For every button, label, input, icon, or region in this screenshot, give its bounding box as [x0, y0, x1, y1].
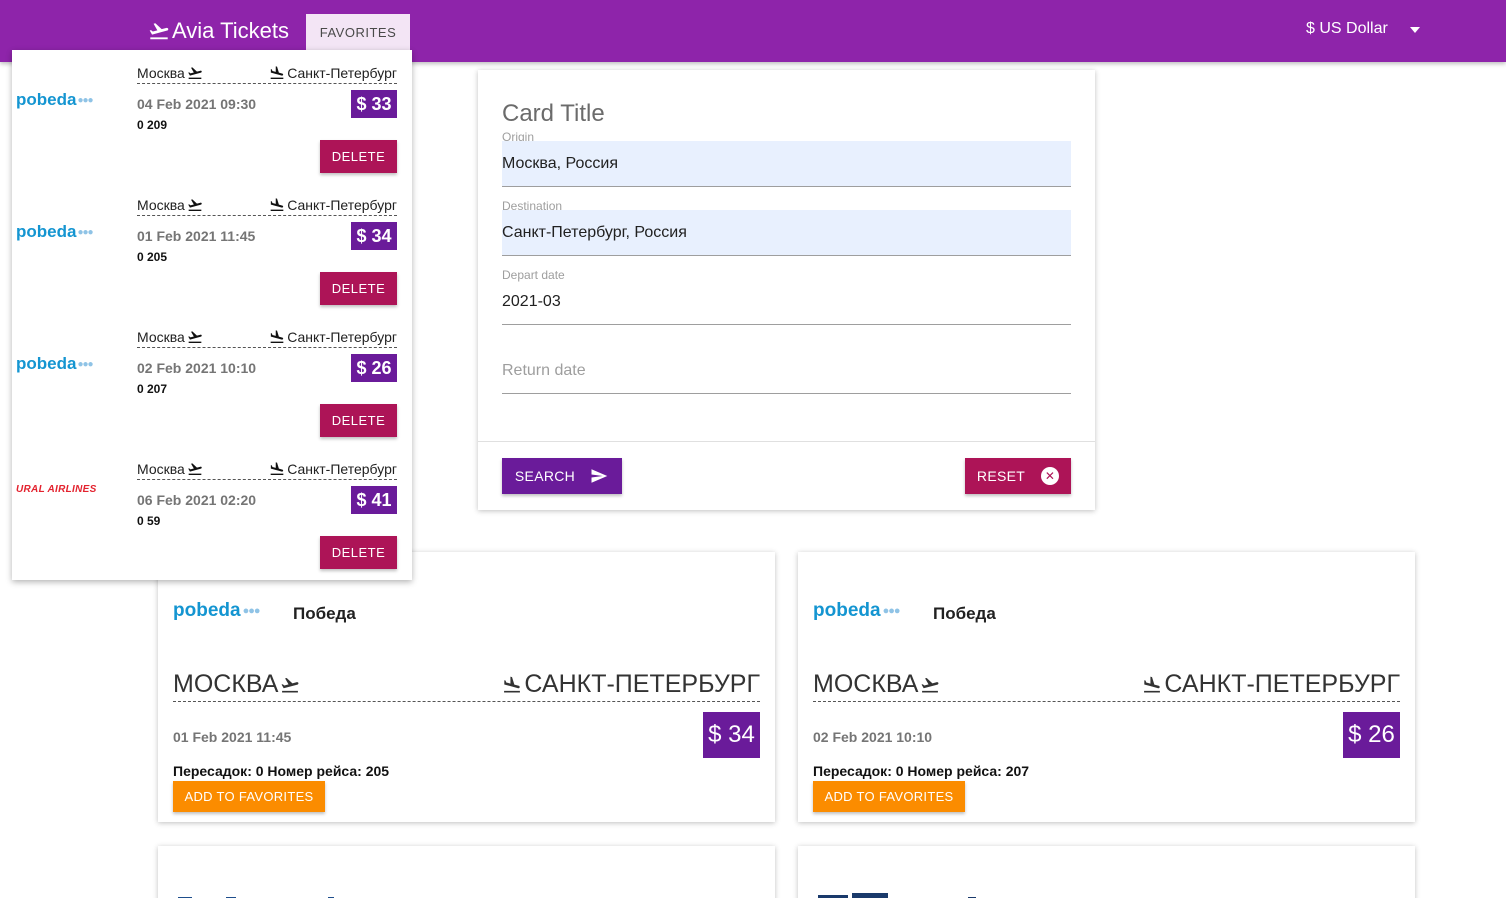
airline-logo: [818, 890, 978, 898]
caret-down-icon: [1410, 27, 1420, 33]
search-button[interactable]: SEARCH: [502, 458, 622, 494]
plane-takeoff-icon: [188, 66, 202, 79]
plane-takeoff-icon: [188, 198, 202, 211]
plane-landing-icon: [1144, 676, 1161, 692]
flight-date: 01 Feb 2021 11:45: [173, 729, 292, 745]
add-to-favorites-button[interactable]: ADD TO FAVORITES: [173, 781, 325, 812]
brand-title: Avia Tickets: [172, 18, 289, 43]
flight-meta: Пересадок: 0 Номер рейса: 205: [173, 763, 390, 779]
route: Москва Санкт-Петербург: [137, 194, 397, 216]
ticket-card-partial: [798, 846, 1415, 898]
airline-logo: pobeda ●●●: [813, 600, 900, 621]
flight-meta: Пересадок: 0 Номер рейса: 207: [813, 763, 1030, 779]
flight-meta: 0 207: [137, 382, 168, 396]
flight-date: 01 Feb 2021 11:45: [137, 228, 256, 244]
price-badge: $ 33: [351, 90, 397, 118]
destination-city: Санкт-Петербург: [287, 64, 397, 81]
flight-date: 04 Feb 2021 09:30: [137, 96, 257, 112]
price-badge: $ 34: [703, 712, 760, 758]
airline-logo: pobeda ●●●: [173, 600, 260, 621]
favorite-item: URAL AIRLINES Москва Санкт-Петербург 06 …: [12, 446, 412, 578]
origin-city: МОСКВА: [173, 670, 279, 698]
destination-input[interactable]: Санкт-Петербург, Россия: [502, 210, 1071, 256]
destination-city: Санкт-Петербург: [287, 328, 397, 345]
depart-date-input[interactable]: 2021-03: [502, 279, 1071, 325]
origin-input[interactable]: Москва, Россия: [502, 141, 1071, 187]
flight-date: 02 Feb 2021 10:10: [137, 360, 257, 376]
reset-button[interactable]: RESET ✕: [965, 458, 1071, 494]
route: МОСКВА САНКТ-ПЕТЕРБУРГ: [173, 668, 760, 702]
flight-date: 02 Feb 2021 10:10: [813, 729, 933, 745]
delete-favorite-button[interactable]: DELETE: [320, 140, 397, 173]
add-to-favorites-button[interactable]: ADD TO FAVORITES: [813, 781, 965, 812]
favorite-item: pobeda ●●● Москва Санкт-Петербург 04 Feb …: [12, 50, 412, 182]
ticket-card: pobeda ●●● Победа МОСКВА САНКТ-ПЕТЕРБУРГ …: [798, 552, 1415, 822]
return-date-input[interactable]: Return date: [502, 348, 1071, 394]
airline-logo: pobeda ●●●: [16, 222, 94, 241]
close-circle-icon: ✕: [1041, 467, 1060, 485]
route: МОСКВА САНКТ-ПЕТЕРБУРГ: [813, 668, 1400, 702]
plane-landing-icon: [270, 461, 284, 475]
currency-select[interactable]: $ US Dollar: [1306, 20, 1420, 38]
airline-logo: URAL AIRLINES: [16, 484, 97, 495]
plane-takeoff-icon: [188, 330, 202, 343]
destination-city: САНКТ-ПЕТЕРБУРГ: [524, 670, 760, 698]
delete-favorite-button[interactable]: DELETE: [320, 272, 397, 305]
plane-landing-icon: [270, 65, 284, 79]
price-badge: $ 26: [351, 354, 397, 382]
destination-city: Санкт-Петербург: [287, 460, 397, 477]
delete-favorite-button[interactable]: DELETE: [320, 404, 397, 437]
flight-date: 06 Feb 2021 02:20: [137, 492, 257, 508]
airline-logo-fragment: [178, 897, 334, 898]
delete-favorite-button[interactable]: DELETE: [320, 536, 397, 569]
airline-logo: pobeda ●●●: [16, 354, 94, 373]
origin-city: МОСКВА: [813, 670, 919, 698]
ticket-card: pobeda ●●● Победа МОСКВА САНКТ-ПЕТЕРБУРГ …: [158, 552, 775, 822]
origin-city: Москва: [137, 196, 185, 213]
plane-takeoff-icon: [921, 677, 939, 692]
origin-city: Москва: [137, 328, 185, 345]
plane-takeoff-icon: [149, 23, 169, 40]
plane-landing-icon: [504, 676, 521, 692]
currency-value: $ US Dollar: [1306, 20, 1388, 37]
flight-meta: 0 209: [137, 118, 168, 132]
airline-logo: pobeda ●●●: [16, 90, 94, 109]
route: Москва Санкт-Петербург: [137, 62, 397, 84]
route: Москва Санкт-Петербург: [137, 458, 397, 480]
route: Москва Санкт-Петербург: [137, 326, 397, 348]
origin-city: Москва: [137, 64, 185, 81]
price-badge: $ 34: [351, 222, 397, 250]
ticket-card-partial: [158, 846, 775, 898]
plane-takeoff-icon: [281, 677, 299, 692]
plane-landing-icon: [270, 197, 284, 211]
destination-city: САНКТ-ПЕТЕРБУРГ: [1164, 670, 1400, 698]
destination-city: Санкт-Петербург: [287, 196, 397, 213]
airline-logo: [178, 890, 338, 898]
favorites-dropdown: pobeda ●●● Москва Санкт-Петербург 04 Feb …: [12, 50, 412, 580]
favorite-item: pobeda ●●● Москва Санкт-Петербург 01 Feb …: [12, 182, 412, 314]
brand-logo[interactable]: Avia Tickets: [148, 17, 289, 45]
search-form-card: Card Title Origin Москва, Россия Destina…: [478, 70, 1095, 510]
card-divider: [478, 441, 1095, 442]
price-badge: $ 26: [1343, 712, 1400, 758]
plane-takeoff-icon: [188, 462, 202, 475]
origin-city: Москва: [137, 460, 185, 477]
price-badge: $ 41: [351, 486, 397, 514]
plane-landing-icon: [270, 329, 284, 343]
favorite-item: pobeda ●●● Москва Санкт-Петербург 02 Feb …: [12, 314, 412, 446]
favorites-button[interactable]: FAVORITES: [306, 14, 410, 50]
send-icon: [591, 469, 608, 483]
flight-meta: 0 59: [137, 514, 161, 528]
airline-name: Победа: [933, 604, 996, 623]
airline-logo-fragment: [818, 893, 976, 898]
card-title: Card Title: [502, 100, 605, 127]
airline-name: Победа: [293, 604, 356, 623]
search-button-label: SEARCH: [514, 468, 576, 484]
flight-meta: 0 205: [137, 250, 168, 264]
reset-button-label: RESET: [976, 468, 1026, 484]
